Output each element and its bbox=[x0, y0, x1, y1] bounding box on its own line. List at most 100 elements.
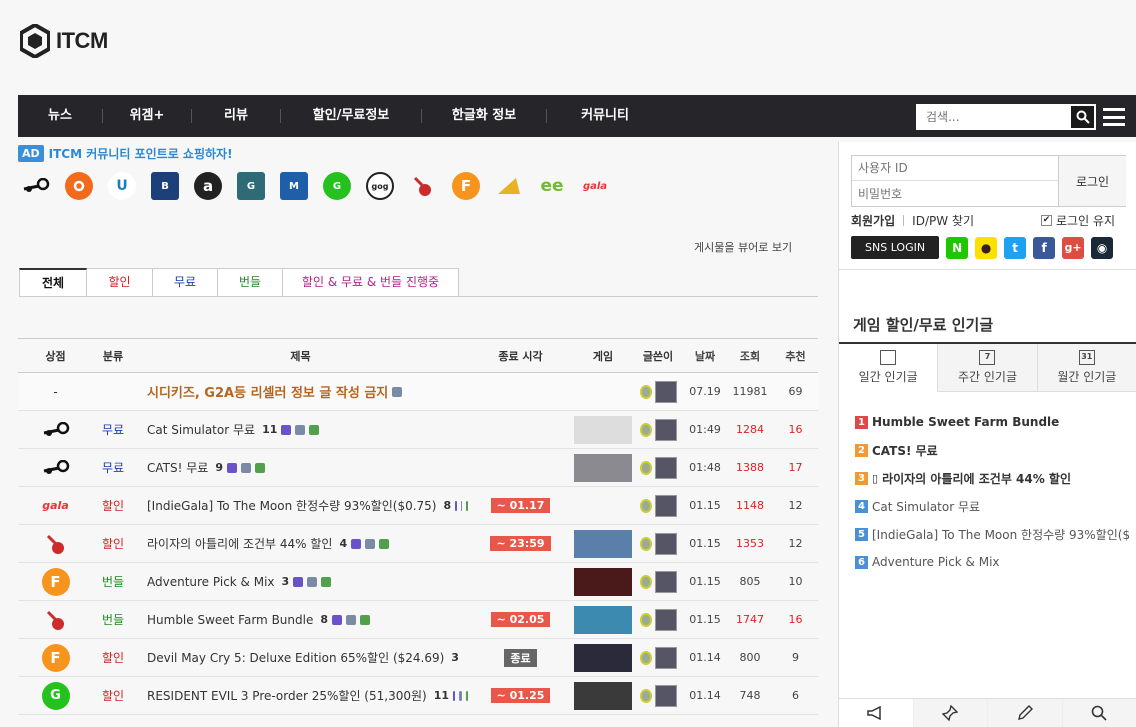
game-thumbnail[interactable] bbox=[574, 453, 632, 482]
row-writer[interactable] bbox=[633, 418, 683, 441]
viewer-mode-link[interactable]: 게시물을 뷰어로 보기 bbox=[694, 239, 792, 255]
nav-wigem[interactable]: 위겜+ bbox=[103, 95, 191, 137]
popular-item[interactable]: 4 Cat Simulator 무료 bbox=[855, 492, 1130, 520]
popular-item[interactable]: 3 ▯ 라이자의 아틀리에 조건부 44% 할인 bbox=[855, 464, 1130, 492]
game-thumbnail[interactable] bbox=[574, 681, 632, 710]
steam-login-icon[interactable]: ◉ bbox=[1091, 236, 1114, 259]
row-title[interactable]: Humble Sweet Farm Bundle bbox=[147, 613, 313, 627]
notice-row[interactable]: - 시디키즈, G2A등 리셀러 정보 글 작성 금지 07.19 11981 … bbox=[18, 373, 818, 411]
write-button[interactable] bbox=[988, 699, 1063, 727]
table-row[interactable]: F 할인 Devil May Cry 5: Deluxe Edition 65%… bbox=[18, 639, 818, 677]
menu-icon[interactable] bbox=[1103, 108, 1125, 126]
row-title[interactable]: [IndieGala] To The Moon 한정수량 93%할인($0.75… bbox=[147, 497, 436, 514]
nav-deals[interactable]: 할인/무료정보 bbox=[281, 95, 421, 137]
row-title[interactable]: Cat Simulator 무료 bbox=[147, 421, 255, 438]
game-thumbnail[interactable] bbox=[574, 605, 632, 634]
game-thumbnail[interactable] bbox=[574, 529, 632, 558]
game-thumbnail[interactable] bbox=[574, 643, 632, 672]
notice-writer[interactable] bbox=[633, 380, 683, 403]
row-writer[interactable] bbox=[633, 684, 683, 707]
game-thumbnail[interactable] bbox=[574, 567, 632, 596]
tab-monthly[interactable]: 31 월간 인기글 bbox=[1037, 344, 1136, 392]
login-button[interactable]: 로그인 bbox=[1058, 156, 1126, 206]
table-row[interactable]: F 번들 Adventure Pick & Mix 3 01.15 805 10 bbox=[18, 563, 818, 601]
password-field[interactable] bbox=[852, 181, 1058, 206]
row-title[interactable]: CATS! 무료 bbox=[147, 459, 208, 476]
row-writer[interactable] bbox=[633, 570, 683, 593]
gamesplanet-icon[interactable]: G bbox=[18, 681, 93, 710]
tab-daily[interactable]: 일간 인기글 bbox=[839, 344, 939, 392]
row-writer[interactable] bbox=[633, 532, 683, 555]
popular-item[interactable]: 2 CATS! 무료 bbox=[855, 436, 1130, 464]
gog-icon[interactable]: gog bbox=[366, 172, 394, 200]
gamesplanet-icon[interactable]: G bbox=[323, 172, 351, 200]
remember-checkbox[interactable]: ✔ bbox=[1041, 215, 1052, 226]
origin-icon[interactable] bbox=[65, 172, 93, 200]
direct2drive-icon[interactable] bbox=[495, 172, 523, 200]
popular-item[interactable]: 6 Adventure Pick & Mix bbox=[855, 548, 1130, 576]
greenmangaming-icon[interactable]: G bbox=[237, 172, 265, 200]
google-plus-icon[interactable]: g+ bbox=[1062, 236, 1085, 259]
nav-news[interactable]: 뉴스 bbox=[18, 95, 102, 137]
humble-icon[interactable] bbox=[18, 532, 93, 556]
row-title[interactable]: Devil May Cry 5: Deluxe Edition 65%할인 ($… bbox=[147, 649, 444, 666]
row-writer[interactable] bbox=[633, 456, 683, 479]
table-row[interactable]: 무료 Cat Simulator 무료 11 01:49 1284 16 bbox=[18, 411, 818, 449]
find-account-link[interactable]: ID/PW 찾기 bbox=[912, 212, 974, 229]
table-row[interactable]: 할인 라이자의 아틀리에 조건부 44% 할인 4 ~ 23:59 01.15 … bbox=[18, 525, 818, 563]
fanatical-icon[interactable]: F bbox=[452, 172, 480, 200]
site-logo[interactable]: ITCM bbox=[20, 24, 108, 58]
nav-community[interactable]: 커뮤니티 bbox=[547, 95, 663, 137]
tab-free[interactable]: 무료 bbox=[153, 268, 218, 297]
naver-icon[interactable]: N bbox=[946, 236, 969, 259]
notice-title[interactable]: 시디키즈, G2A등 리셀러 정보 글 작성 금지 bbox=[147, 382, 388, 401]
table-row[interactable]: 무료 CATS! 무료 9 01:48 1388 17 bbox=[18, 449, 818, 487]
battlenet-icon[interactable]: B bbox=[151, 172, 179, 200]
tab-ongoing[interactable]: 할인 & 무료 & 번들 진행중 bbox=[283, 268, 459, 297]
twitter-icon[interactable]: t bbox=[1004, 236, 1027, 259]
sidebar-search-button[interactable] bbox=[1062, 699, 1136, 727]
ad-banner[interactable]: AD ITCM 커뮤니티 포인트로 쇼핑하자! bbox=[18, 145, 233, 162]
popular-item[interactable]: 5 [IndieGala] To The Moon 한정수량 93%할인($0.… bbox=[855, 520, 1130, 548]
table-row[interactable]: 번들 Humble Sweet Farm Bundle 8 ~ 02.05 01… bbox=[18, 601, 818, 639]
uplay-icon[interactable]: U bbox=[108, 172, 136, 200]
row-title[interactable]: RESIDENT EVIL 3 Pre-order 25%할인 (51,300원… bbox=[147, 687, 427, 704]
game-thumbnail[interactable] bbox=[574, 415, 632, 444]
fanatical-icon[interactable]: F bbox=[18, 567, 93, 596]
steam-icon[interactable] bbox=[22, 172, 50, 200]
nav-review[interactable]: 리뷰 bbox=[192, 95, 280, 137]
humble-icon[interactable] bbox=[18, 608, 93, 632]
row-writer[interactable] bbox=[633, 608, 683, 631]
fanatical-icon[interactable]: F bbox=[18, 643, 93, 672]
humble-icon[interactable] bbox=[409, 172, 437, 200]
tab-bundle[interactable]: 번들 bbox=[218, 268, 283, 297]
announce-button[interactable] bbox=[839, 699, 914, 727]
search-button[interactable] bbox=[1069, 104, 1096, 130]
tab-weekly[interactable]: 7 주간 인기글 bbox=[938, 344, 1038, 392]
row-title[interactable]: 라이자의 아틀리에 조건부 44% 할인 bbox=[147, 535, 332, 552]
epic-ee-icon[interactable]: ee bbox=[538, 172, 566, 200]
kakao-icon[interactable]: ● bbox=[975, 236, 998, 259]
pin-button[interactable] bbox=[913, 699, 988, 727]
nav-localization[interactable]: 한글화 정보 bbox=[422, 95, 546, 137]
table-row[interactable]: gala 할인 [IndieGala] To The Moon 한정수량 93%… bbox=[18, 487, 818, 525]
steam-icon[interactable] bbox=[18, 421, 93, 438]
row-title[interactable]: Adventure Pick & Mix bbox=[147, 575, 275, 589]
tab-all[interactable]: 전체 bbox=[19, 268, 87, 297]
popular-item[interactable]: 1 Humble Sweet Farm Bundle bbox=[855, 408, 1130, 436]
amazon-icon[interactable]: a bbox=[194, 172, 222, 200]
username-field[interactable] bbox=[852, 156, 1058, 181]
remember-login[interactable]: ✔ 로그인 유지 bbox=[1041, 212, 1115, 229]
row-writer[interactable] bbox=[633, 494, 683, 517]
row-writer[interactable] bbox=[633, 646, 683, 669]
search-input[interactable] bbox=[916, 104, 1069, 130]
table-row[interactable]: G 할인 RESIDENT EVIL 3 Pre-order 25%할인 (51… bbox=[18, 677, 818, 715]
facebook-icon[interactable]: f bbox=[1033, 236, 1056, 259]
steam-icon[interactable] bbox=[18, 459, 93, 476]
humble-monthly-icon[interactable]: M bbox=[280, 172, 308, 200]
indiegala-icon[interactable]: gala bbox=[18, 499, 93, 512]
signup-link[interactable]: 회원가입 bbox=[851, 212, 895, 229]
tab-sale[interactable]: 할인 bbox=[87, 268, 153, 297]
calendar-icon bbox=[880, 350, 897, 365]
indiegala-icon[interactable]: gala bbox=[581, 172, 609, 200]
